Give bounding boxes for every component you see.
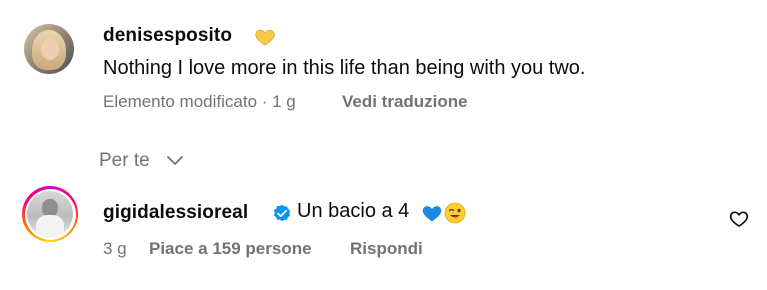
- see-translation-button[interactable]: Vedi traduzione: [342, 92, 468, 112]
- yellow-heart-icon: [255, 29, 275, 46]
- comment-username[interactable]: denisesposito: [103, 25, 232, 47]
- comment-timestamp: 3 g: [103, 239, 127, 258]
- avatar[interactable]: [24, 24, 74, 74]
- likes-count-button[interactable]: Piace a 159 persone: [149, 239, 312, 259]
- avatar-face: [41, 38, 59, 60]
- comment-username[interactable]: gigidalessioreal: [103, 202, 248, 224]
- chevron-down-icon[interactable]: [165, 152, 185, 170]
- edited-timestamp: Elemento modificato · 1 g: [103, 92, 296, 111]
- comment-text: Nothing I love more in this life than be…: [103, 57, 586, 79]
- blue-heart-icon: [422, 206, 442, 222]
- comment-text: Un bacio a 4: [297, 200, 410, 222]
- reply-button[interactable]: Rispondi: [350, 239, 423, 259]
- winking-face-with-tongue-icon: [444, 202, 466, 224]
- heart-outline-icon[interactable]: [729, 209, 749, 229]
- verified-badge-icon: [273, 204, 291, 222]
- avatar-body: [36, 215, 64, 237]
- avatar[interactable]: [27, 191, 73, 237]
- sort-dropdown[interactable]: Per te: [99, 150, 150, 172]
- avatar-story-ring[interactable]: [22, 186, 78, 242]
